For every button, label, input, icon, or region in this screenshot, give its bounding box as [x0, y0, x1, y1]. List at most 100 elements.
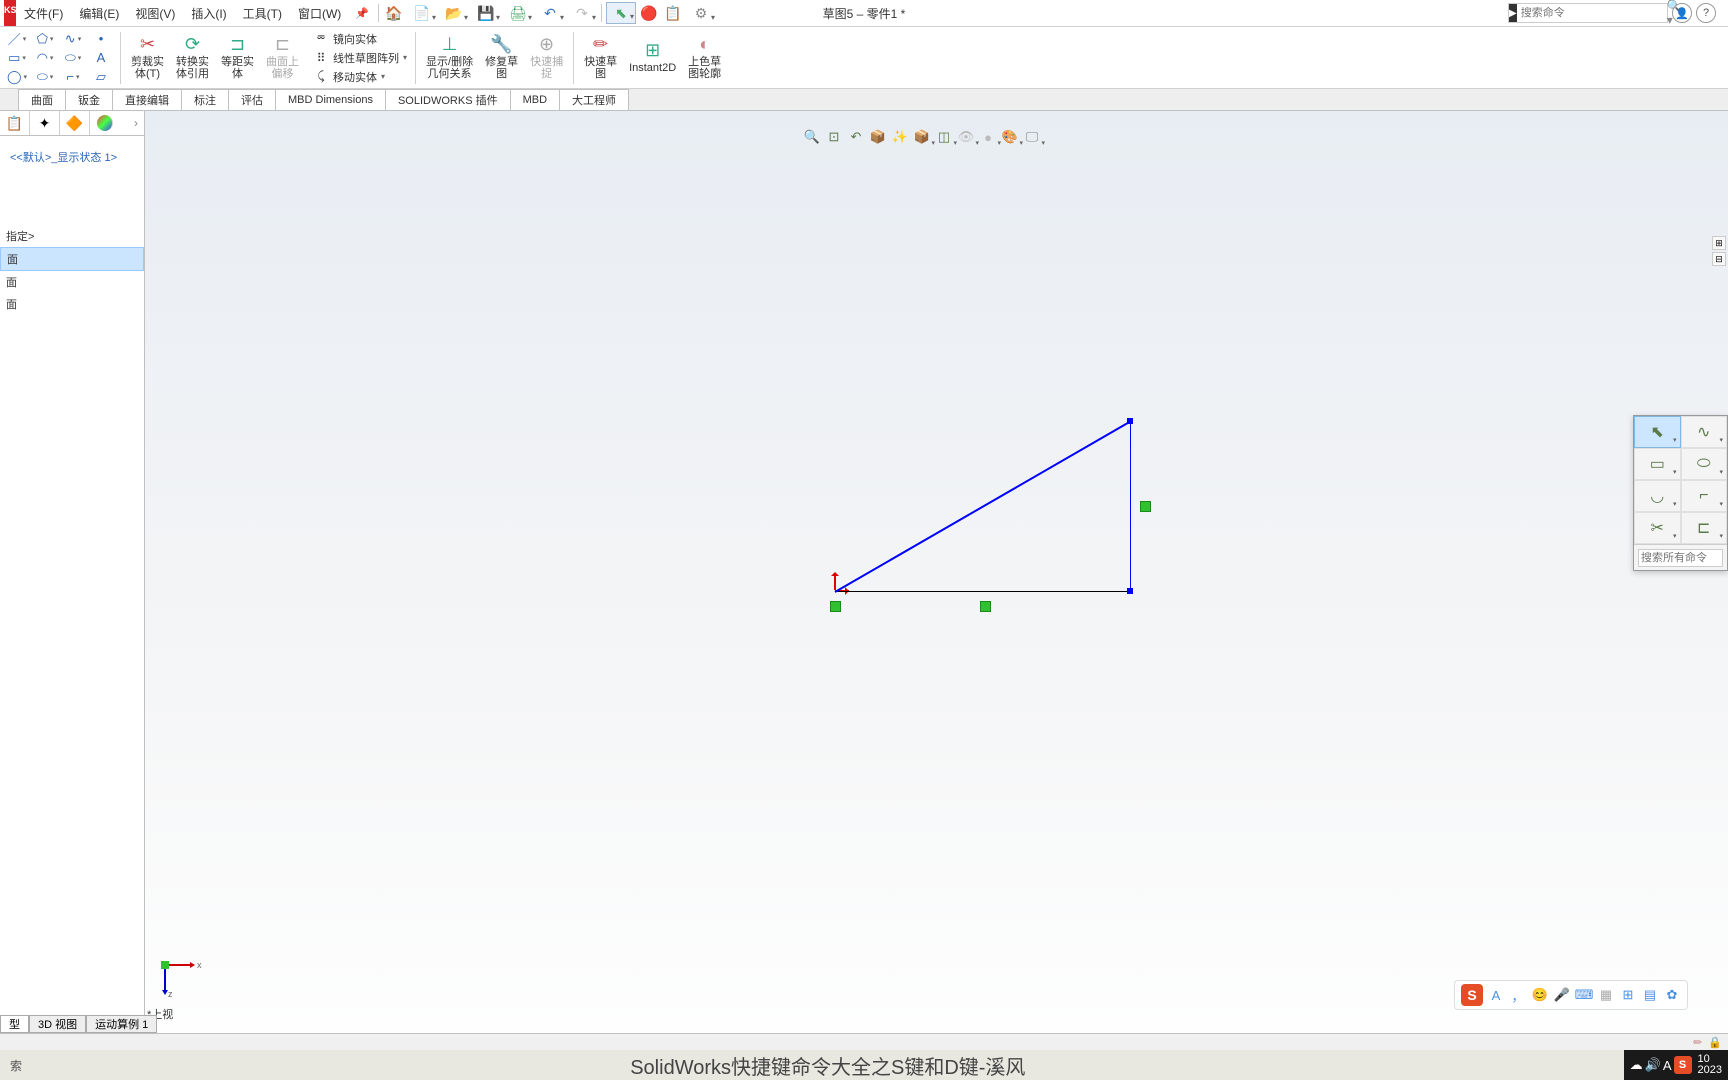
arc-tool[interactable]: ◠ [32, 49, 58, 67]
tab-directedit[interactable]: 直接编辑 [112, 89, 182, 110]
view-settings-icon[interactable]: 🖵 [1022, 127, 1042, 147]
skey-trim[interactable]: ✂ [1634, 512, 1681, 544]
open-icon[interactable]: 📂 [439, 2, 469, 24]
skey-offset[interactable]: ⊏ [1681, 512, 1728, 544]
sketch-line-hypotenuse[interactable] [835, 421, 1130, 593]
ime-punct-icon[interactable]: ， [1509, 986, 1527, 1004]
redo-icon[interactable]: ↷ [567, 2, 597, 24]
tab-sw-addins[interactable]: SOLIDWORKS 插件 [385, 89, 511, 110]
repair-sketch[interactable]: 🔧修复草 图 [479, 30, 524, 86]
tree-plane-3[interactable]: 面 [0, 293, 144, 315]
tray-cloud-icon[interactable]: ☁ [1630, 1057, 1643, 1073]
settings-icon[interactable]: ⚙ [686, 2, 716, 24]
view-triad[interactable]: x z [155, 955, 205, 1005]
relation-horizontal-icon[interactable] [980, 601, 991, 612]
mirror-entities[interactable]: ⏔镜向实体 [309, 29, 411, 48]
status-edit-icon[interactable]: ✏ [1693, 1036, 1702, 1049]
apply-scene-icon[interactable]: 🎨 [1000, 127, 1020, 147]
panel-tab-property[interactable]: ✦ [30, 111, 60, 135]
menu-view[interactable]: 视图(V) [127, 0, 183, 26]
spline-tool[interactable]: ∿ [60, 30, 86, 48]
tab-evaluate[interactable]: 评估 [228, 89, 276, 110]
skey-fillet[interactable]: ⌐ [1681, 480, 1728, 512]
menu-window[interactable]: 窗口(W) [290, 0, 349, 26]
tab-bigengineer[interactable]: 大工程师 [559, 89, 629, 110]
tree-notspecified[interactable]: 指定> [0, 225, 144, 247]
skey-select[interactable]: ⬉ [1634, 416, 1681, 448]
ime-keyboard-icon[interactable]: ⌨ [1575, 986, 1593, 1004]
command-search-input[interactable] [1521, 7, 1663, 19]
convert-entities[interactable]: ⟳转换实 体引用 [170, 30, 215, 86]
save-icon[interactable]: 💾 [471, 2, 501, 24]
tray-ime-a[interactable]: A [1663, 1058, 1672, 1073]
status-lock-icon[interactable]: 🔒 [1708, 1036, 1722, 1049]
skey-spline[interactable]: ∿ [1681, 416, 1728, 448]
panel-tab-feature[interactable]: 📋 [0, 111, 30, 135]
trim-entities[interactable]: ✂剪裁实 体(T) [125, 30, 170, 86]
ime-blocks-icon[interactable]: ▤ [1641, 986, 1659, 1004]
help-icon[interactable]: ? [1696, 3, 1716, 23]
zoom-area-icon[interactable]: ⊡ [824, 127, 844, 147]
move-entities[interactable]: ⤹移动实体▾ [309, 67, 411, 86]
print-icon[interactable]: 🖨 [503, 2, 533, 24]
skey-rectangle[interactable]: ▭ [1634, 448, 1681, 480]
skey-slot[interactable]: ⬭ [1681, 448, 1728, 480]
ime-voice-icon[interactable]: 🎤 [1553, 986, 1571, 1004]
sketch-line-base[interactable] [835, 591, 1130, 592]
display-relations[interactable]: ⊥显示/删除 几何关系 [420, 30, 479, 86]
undo-icon[interactable]: ↶ [535, 2, 565, 24]
taskbar-search-stub[interactable]: 索 [0, 1057, 32, 1074]
plane-tool[interactable]: ▱ [88, 68, 114, 86]
shaded-sketch[interactable]: ◐上色草 图轮廓 [682, 30, 727, 86]
command-search[interactable]: ▶ 🔍▾ [1508, 3, 1668, 23]
tab-3dview[interactable]: 3D 视图 [29, 1015, 86, 1033]
expand-panel-icon[interactable]: ⊞ [1712, 236, 1726, 250]
tab-surface[interactable]: 曲面 [18, 89, 66, 110]
sketch-line-vertical[interactable] [1130, 421, 1131, 591]
collapse-panel-icon[interactable]: ⊟ [1712, 252, 1726, 266]
prev-view-icon[interactable]: ↶ [846, 127, 866, 147]
menu-edit[interactable]: 编辑(E) [71, 0, 127, 26]
panel-tab-config[interactable]: 🔶 [60, 111, 90, 135]
tab-sheetmetal[interactable]: 钣金 [65, 89, 113, 110]
panel-nav-next[interactable]: › [128, 116, 144, 130]
ime-settings-icon[interactable]: ✿ [1663, 986, 1681, 1004]
select-icon[interactable]: ⬉ [606, 2, 636, 24]
options-list-icon[interactable]: 📋 [662, 2, 684, 24]
graphics-area[interactable]: 🔍 ⊡ ↶ 📦 ✨ 📦 ◫ 👁 ● 🎨 🖵 ⊞ ⊟ [145, 111, 1728, 1080]
ime-pad-icon[interactable]: ⊞ [1619, 986, 1637, 1004]
display-style-icon[interactable]: ◫ [934, 127, 954, 147]
section-view-icon[interactable]: 📦 [868, 127, 888, 147]
point-tool[interactable]: • [88, 30, 114, 48]
offset-entities[interactable]: ⊐等距实 体 [215, 30, 260, 86]
text-tool[interactable]: A [88, 49, 114, 67]
line-tool[interactable]: ／ [4, 30, 30, 48]
tree-plane-1[interactable]: 面 [0, 247, 144, 271]
user-icon[interactable]: 👤 [1672, 3, 1692, 23]
tree-plane-2[interactable]: 面 [0, 271, 144, 293]
linear-pattern[interactable]: ⠿线性草图阵列▾ [309, 48, 411, 67]
tree-display-state[interactable]: <<默认>_显示状态 1> [4, 146, 140, 168]
tray-sogou-icon[interactable]: S [1674, 1056, 1692, 1074]
rebuild-icon[interactable]: 🔴 [638, 2, 660, 24]
menu-file[interactable]: 文件(F) [16, 0, 71, 26]
skey-arc[interactable]: ◡ [1634, 480, 1681, 512]
ime-emoji-icon[interactable]: 😊 [1531, 986, 1549, 1004]
sketch-point[interactable] [1127, 418, 1133, 424]
home-icon[interactable]: 🏠 [383, 2, 405, 24]
instant-2d[interactable]: ⊞Instant2D [623, 30, 682, 86]
panel-tab-appearance[interactable] [97, 115, 113, 131]
tab-model[interactable]: 型 [0, 1015, 29, 1033]
view-orientation-icon[interactable]: 📦 [912, 127, 932, 147]
menu-tools[interactable]: 工具(T) [235, 0, 290, 26]
edit-appearance-icon[interactable]: ● [978, 127, 998, 147]
ime-sogou-logo[interactable]: S [1461, 984, 1483, 1006]
skey-search-input[interactable] [1638, 549, 1723, 567]
tab-motion[interactable]: 运动算例 1 [86, 1015, 157, 1033]
fillet-tool[interactable]: ⌐ [60, 68, 86, 86]
tab-mbd[interactable]: MBD [510, 89, 560, 110]
polygon-tool[interactable]: ⬠ [32, 30, 58, 48]
tab-mbd-dim[interactable]: MBD Dimensions [275, 89, 386, 110]
hide-show-icon[interactable]: 👁 [956, 127, 976, 147]
circle-tool[interactable]: ◯ [4, 68, 30, 86]
